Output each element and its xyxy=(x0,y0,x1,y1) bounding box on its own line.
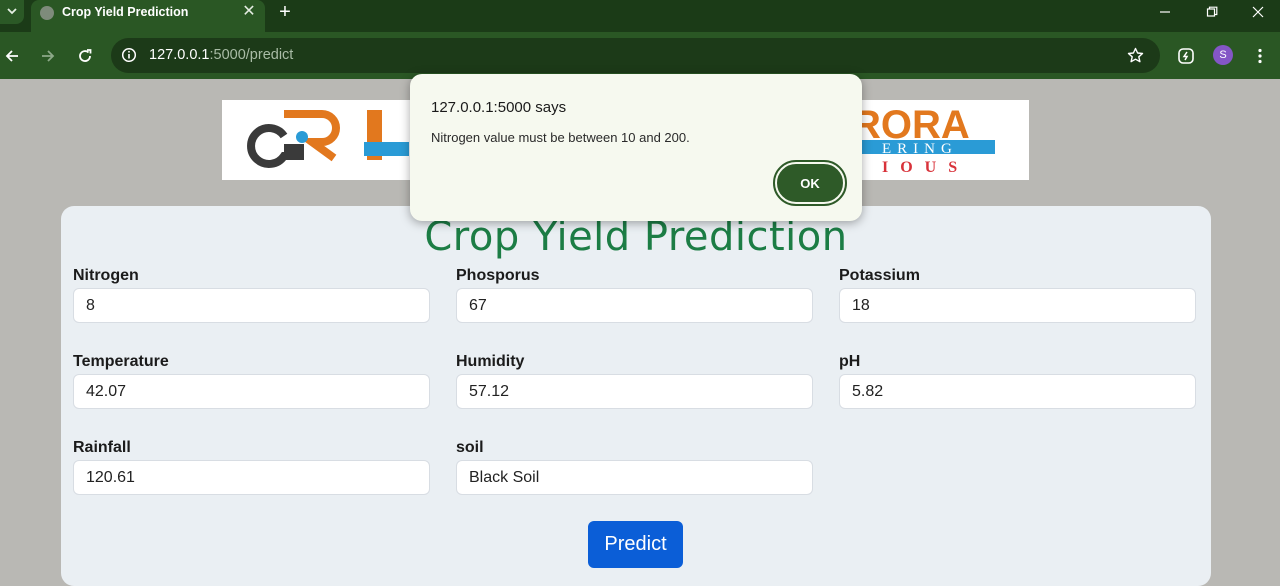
close-icon[interactable]: ✕ xyxy=(240,2,258,22)
star-icon[interactable] xyxy=(1127,47,1144,69)
ok-button[interactable]: OK xyxy=(773,160,847,206)
active-tab[interactable]: Crop Yield Prediction ✕ xyxy=(31,0,265,32)
globe-icon xyxy=(40,6,54,20)
site-info-icon[interactable] xyxy=(121,47,137,68)
forward-arrow-icon[interactable] xyxy=(36,44,60,68)
browser-toolbar: 127.0.0.1:5000/predict S xyxy=(0,32,1280,79)
extension-icon[interactable] xyxy=(1174,44,1198,68)
reload-icon[interactable] xyxy=(73,44,97,68)
url-text: 127.0.0.1:5000/predict xyxy=(149,47,294,63)
tab-title: Crop Yield Prediction xyxy=(62,5,189,19)
address-bar[interactable]: 127.0.0.1:5000/predict xyxy=(111,38,1160,73)
tab-search-button[interactable] xyxy=(0,0,24,24)
more-vert-icon[interactable] xyxy=(1248,44,1272,68)
back-arrow-icon[interactable] xyxy=(0,44,24,68)
restore-icon[interactable] xyxy=(1189,0,1235,24)
alert-dialog: 127.0.0.1:5000 says Nitrogen value must … xyxy=(410,74,862,221)
profile-avatar[interactable]: S xyxy=(1213,45,1233,65)
dialog-message: Nitrogen value must be between 10 and 20… xyxy=(431,130,690,145)
close-window-icon[interactable] xyxy=(1235,0,1280,24)
tab-strip: Crop Yield Prediction ✕ + xyxy=(0,0,1280,32)
plus-icon[interactable]: + xyxy=(275,1,295,23)
minimize-icon[interactable] xyxy=(1142,0,1188,24)
dialog-title: 127.0.0.1:5000 says xyxy=(431,99,567,116)
chevron-down-icon xyxy=(7,6,17,18)
